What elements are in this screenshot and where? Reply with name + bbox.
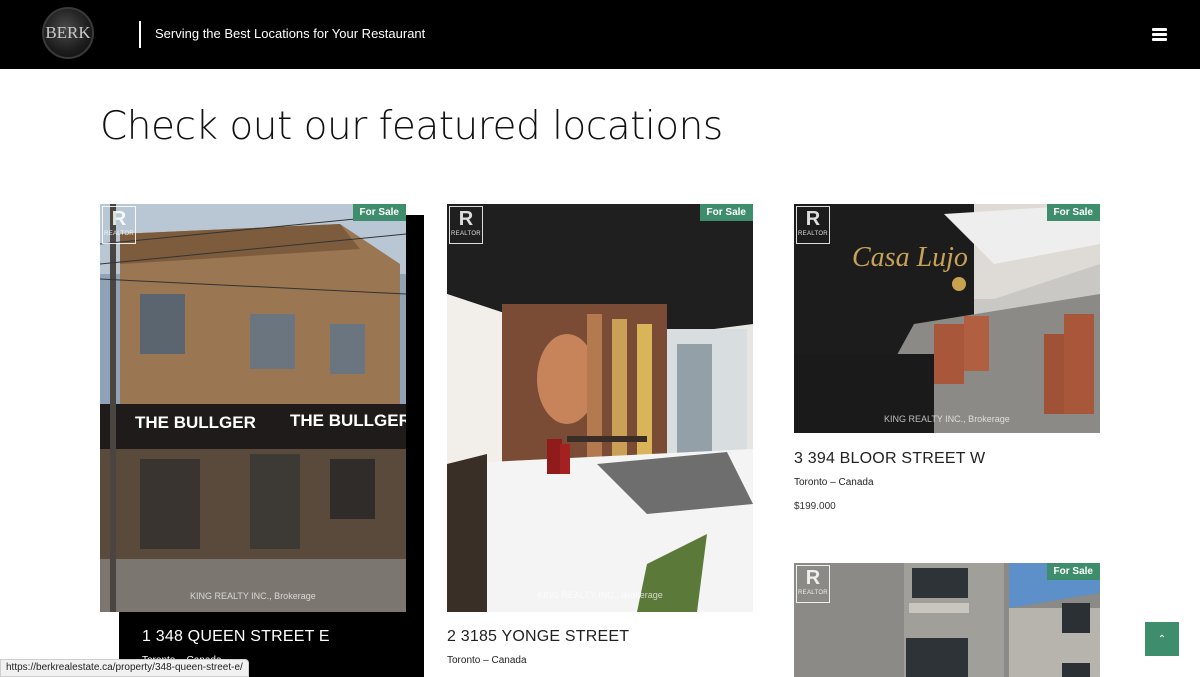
listing-card[interactable]: R REALTOR For Sale KING REALTY INC., Bro… xyxy=(447,204,753,677)
svg-text:THE BULLGER: THE BULLGER xyxy=(135,413,256,432)
listing-card[interactable]: Casa Lujo R REALTOR For Sale KING REALTY… xyxy=(794,204,1100,524)
berk-logo[interactable]: BERK xyxy=(42,7,94,59)
status-badge: For Sale xyxy=(352,204,406,221)
status-badge: For Sale xyxy=(699,204,753,221)
realtor-icon: R REALTOR xyxy=(796,565,830,603)
hamburger-menu-icon[interactable] xyxy=(1152,28,1167,41)
realtor-icon: R REALTOR xyxy=(796,206,830,244)
site-header: BERK Serving the Best Locations for Your… xyxy=(0,0,1200,69)
building-photo xyxy=(794,563,1100,677)
listing-card[interactable]: R REALTOR For Sale xyxy=(794,563,1100,677)
listing-price: $199.000 xyxy=(794,501,836,512)
interior-photo xyxy=(447,204,753,612)
listing-card[interactable]: THE BULLGER THE BULLGER R REALTOR For Sa… xyxy=(100,204,424,677)
listing-photo[interactable]: Casa Lujo R REALTOR For Sale KING REALTY… xyxy=(794,204,1100,433)
listing-address[interactable]: 1 348 QUEEN STREET E xyxy=(142,628,330,646)
restaurant-photo: Casa Lujo xyxy=(794,204,1100,433)
storefront-photo: THE BULLGER THE BULLGER xyxy=(100,204,406,612)
listing-location: Toronto – Canada xyxy=(447,655,527,666)
listing-photo[interactable]: R REALTOR For Sale xyxy=(794,563,1100,677)
listing-address[interactable]: 2 3185 YONGE STREET xyxy=(447,628,629,646)
listing-address[interactable]: 3 394 BLOOR STREET W xyxy=(794,450,985,468)
listing-photo[interactable]: THE BULLGER THE BULLGER R REALTOR For Sa… xyxy=(100,204,406,612)
browser-status-url: https://berkrealestate.ca/property/348-q… xyxy=(0,659,249,677)
svg-text:THE BULLGER: THE BULLGER xyxy=(290,411,406,430)
photo-watermark: KING REALTY INC., Brokerage xyxy=(190,591,316,601)
status-badge: For Sale xyxy=(1046,563,1100,580)
photo-watermark: KING REALTY INC., Brokerage xyxy=(884,414,1010,424)
status-badge: For Sale xyxy=(1046,204,1100,221)
logo-text: BERK xyxy=(45,23,91,42)
scroll-to-top-button[interactable]: ⌃ xyxy=(1145,622,1179,656)
header-tagline: Serving the Best Locations for Your Rest… xyxy=(155,26,426,41)
realtor-icon: R REALTOR xyxy=(102,206,136,244)
chevron-up-icon: ⌃ xyxy=(1157,633,1167,645)
header-divider xyxy=(139,21,141,48)
listing-location: Toronto – Canada xyxy=(794,477,874,488)
page-title: Check out our featured locations xyxy=(100,104,723,149)
photo-watermark: KING REALTY INC., Brokerage xyxy=(537,590,663,600)
svg-text:Casa Lujo: Casa Lujo xyxy=(852,242,968,273)
listing-photo[interactable]: R REALTOR For Sale KING REALTY INC., Bro… xyxy=(447,204,753,612)
realtor-icon: R REALTOR xyxy=(449,206,483,244)
